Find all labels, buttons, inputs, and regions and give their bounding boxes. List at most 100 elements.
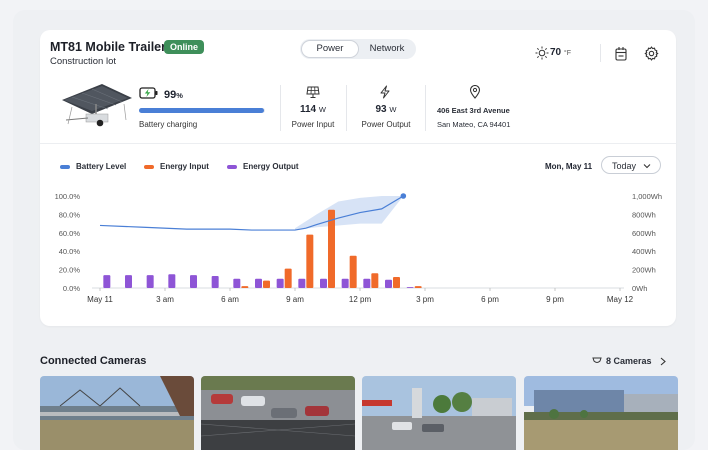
- power-input-unit: W: [318, 105, 326, 114]
- camera-feed-image: [362, 376, 516, 450]
- y-left-tick-label: 100.0%: [55, 192, 81, 201]
- energy-output-bar: [103, 275, 111, 288]
- energy-output-bar: [320, 278, 327, 288]
- x-tick-label: 6 pm: [481, 295, 499, 304]
- gear-icon[interactable]: [644, 46, 659, 61]
- camera-thumbnail[interactable]: [201, 376, 355, 450]
- camera-feed-image: [201, 376, 355, 450]
- address-line1: 406 East 3rd Avenue: [437, 106, 510, 115]
- trailer-image: [62, 84, 132, 127]
- x-tick-label: May 11: [87, 295, 113, 304]
- battery-charging-icon: [139, 87, 158, 99]
- battery-percent-value: 99: [164, 89, 177, 101]
- divider: [600, 44, 601, 62]
- x-tick-label: 12 pm: [349, 295, 372, 304]
- divider: [346, 85, 347, 131]
- energy-output-bar: [255, 278, 262, 288]
- power-input-value: 114 W: [285, 104, 341, 115]
- range-dropdown-label: Today: [612, 161, 637, 171]
- device-title: MT81 Mobile Trailer: [50, 40, 167, 54]
- energy-output-bar: [125, 275, 132, 288]
- battery-confidence-band: [295, 196, 404, 231]
- energy-output-bar: [276, 278, 284, 288]
- power-output-value: 93 W: [356, 104, 416, 115]
- lightning-icon: [380, 85, 390, 99]
- power-input-label: Power Input: [291, 120, 335, 129]
- camera-thumbnail[interactable]: [40, 376, 194, 450]
- battery-status: Battery charging: [139, 120, 198, 129]
- battery-percent-unit: %: [176, 91, 183, 100]
- camera-thumbnail[interactable]: [524, 376, 678, 450]
- energy-output-bar: [406, 287, 414, 288]
- energy-input-bar: [349, 255, 357, 288]
- y-left-tick-label: 80.0%: [59, 210, 81, 219]
- temperature: 70 °F: [550, 47, 571, 58]
- status-badge: Online: [164, 40, 205, 54]
- camera-thumbnail[interactable]: [362, 376, 516, 450]
- camera-feed-image: [524, 376, 678, 450]
- energy-output-bar: [363, 278, 371, 288]
- legend-label: Energy Output: [243, 162, 299, 171]
- y-right-tick-label: 400Wh: [632, 247, 656, 256]
- energy-output-bar: [341, 278, 349, 288]
- power-output-number: 93: [375, 104, 387, 115]
- battery-progress-fill: [139, 108, 264, 113]
- energy-input-bar: [414, 286, 422, 288]
- y-right-tick-label: 600Wh: [632, 229, 656, 238]
- legend-battery: Battery Level: [60, 162, 126, 171]
- energy-output-bar: [146, 275, 154, 288]
- x-tick-label: 3 am: [156, 295, 174, 304]
- legend-label: Energy Input: [160, 162, 209, 171]
- temperature-value: 70: [550, 47, 562, 58]
- divider: [40, 143, 676, 144]
- y-left-tick-label: 40.0%: [59, 247, 81, 256]
- solar-panel-icon: [306, 86, 320, 98]
- tab-power[interactable]: Power: [302, 41, 358, 57]
- energy-chart: 100.0% 80.0% 60.0% 40.0% 20.0% 0.0% 1,000Wh 800…: [55, 192, 662, 304]
- energy-input-bar: [263, 280, 270, 288]
- energy-input-bar: [284, 268, 292, 288]
- energy-output-bar: [298, 278, 306, 288]
- power-input-number: 114: [299, 104, 317, 115]
- chevron-right-icon: [660, 357, 666, 366]
- energy-output-bar: [190, 275, 197, 288]
- legend-swatch-input: [144, 164, 154, 169]
- legend-swatch-output: [227, 164, 237, 169]
- y-right-tick-label: 200Wh: [632, 266, 656, 275]
- range-dropdown[interactable]: Today: [601, 156, 661, 174]
- x-tick-label: 6 am: [221, 295, 239, 304]
- x-tick-label: 9 am: [286, 295, 304, 304]
- energy-output-bar: [233, 278, 241, 288]
- power-output-label: Power Output: [361, 120, 411, 129]
- camera-feed-image: [40, 376, 194, 450]
- energy-input-bar: [393, 276, 400, 288]
- sun-icon: [535, 46, 549, 60]
- x-tick-label: May 12: [607, 295, 634, 304]
- chart-area: 100.0% 80.0% 60.0% 40.0% 20.0% 0.0% 1,000Wh 800…: [40, 180, 676, 315]
- battery-percent: 99%: [164, 89, 183, 101]
- tab-network[interactable]: Network: [360, 41, 414, 57]
- calendar-icon[interactable]: [614, 46, 628, 61]
- energy-output-bar: [385, 279, 392, 288]
- legend-label: Battery Level: [76, 162, 127, 171]
- chart-date: Mon, May 11: [545, 162, 593, 171]
- cameras-section-title: Connected Cameras: [40, 355, 147, 367]
- y-left-tick-label: 0.0%: [63, 284, 80, 293]
- temperature-unit: °F: [563, 50, 571, 57]
- legend-input: Energy Input: [144, 162, 209, 171]
- y-left-tick-label: 20.0%: [59, 266, 81, 275]
- power-output-unit: W: [389, 105, 397, 114]
- divider: [425, 85, 426, 131]
- y-left-tick-label: 60.0%: [59, 229, 81, 238]
- legend-swatch-battery: [60, 164, 70, 169]
- y-right-tick-label: 1,000Wh: [632, 192, 662, 201]
- energy-output-bar: [168, 274, 176, 288]
- battery-progress-bar: [139, 108, 265, 113]
- device-subtitle: Construction lot: [50, 56, 117, 67]
- chevron-down-icon: [643, 164, 651, 169]
- x-tick-label: 9 pm: [546, 295, 564, 304]
- x-tick-label: 3 pm: [416, 295, 434, 304]
- energy-input-bar: [306, 234, 314, 288]
- energy-input-bar: [241, 286, 249, 288]
- camera-icon: [592, 357, 602, 363]
